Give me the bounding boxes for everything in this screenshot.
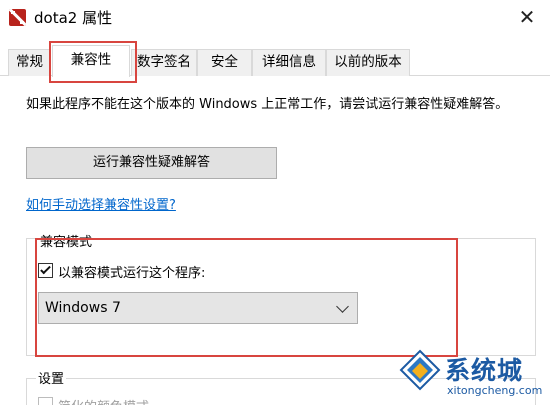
tab-security[interactable]: 安全 bbox=[197, 49, 252, 76]
os-version-value: Windows 7 bbox=[45, 300, 121, 316]
compat-description: 如果此程序不能在这个版本的 Windows 上正常工作，请尝试运行兼容性疑难解答… bbox=[26, 97, 509, 112]
run-troubleshooter-button[interactable]: 运行兼容性疑难解答 bbox=[26, 147, 277, 179]
close-button[interactable]: ✕ bbox=[512, 4, 542, 30]
reduced-color-checkbox[interactable] bbox=[38, 397, 53, 405]
tab-general[interactable]: 常规 bbox=[8, 49, 51, 76]
reduced-color-label: 简化的颜色模式 bbox=[58, 396, 149, 405]
check-icon bbox=[40, 263, 51, 275]
compat-mode-checkbox[interactable] bbox=[38, 263, 53, 278]
window-title: dota2 属性 bbox=[34, 9, 113, 27]
tab-previous-versions[interactable]: 以前的版本 bbox=[326, 49, 410, 76]
settings-title: 设置 bbox=[36, 368, 67, 387]
tab-details[interactable]: 详细信息 bbox=[252, 49, 326, 76]
watermark-text: 系统城 bbox=[445, 356, 524, 385]
compat-mode-title: 兼容模式 bbox=[38, 231, 95, 250]
chevron-down-icon bbox=[336, 300, 349, 313]
compat-mode-label: 以兼容模式运行这个程序: bbox=[58, 266, 206, 281]
os-version-select[interactable]: Windows 7 bbox=[38, 292, 358, 324]
watermark-url: xitongcheng.com bbox=[447, 384, 543, 397]
tab-compatibility[interactable]: 兼容性 bbox=[52, 45, 130, 77]
watermark: 系统城 xitongcheng.com bbox=[395, 345, 550, 405]
title-bar: dota2 属性 ✕ bbox=[0, 0, 550, 34]
tab-digital-signature[interactable]: 数字签名 bbox=[131, 49, 197, 76]
manual-settings-link[interactable]: 如何手动选择兼容性设置? bbox=[26, 194, 176, 213]
watermark-logo-icon bbox=[399, 349, 441, 391]
tab-strip: 常规 兼容性 数字签名 安全 详细信息 以前的版本 bbox=[0, 42, 550, 77]
dota2-icon bbox=[9, 9, 26, 26]
